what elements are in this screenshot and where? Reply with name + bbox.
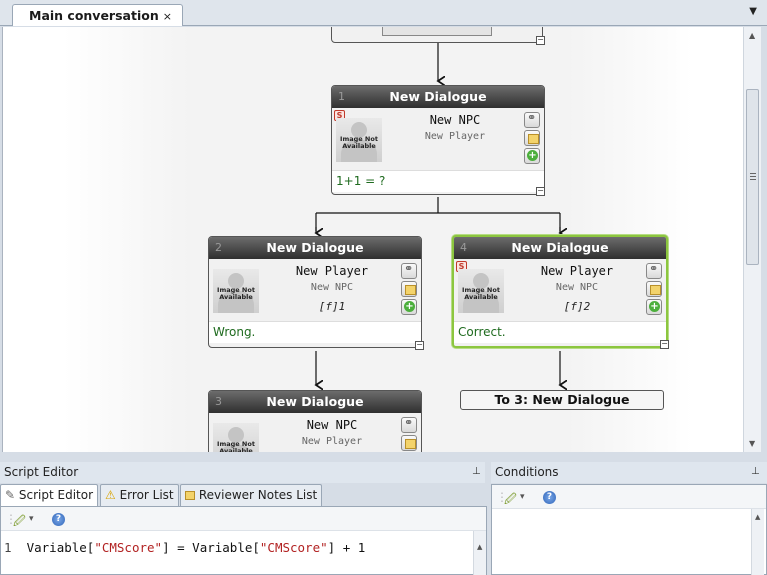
warning-icon: ⚠	[105, 488, 116, 502]
image-not-available-label: Image Not Available	[217, 440, 255, 453]
notes-icon[interactable]	[524, 130, 540, 146]
conversation-canvas[interactable]: − 1 New Dialogue S Image Not Available Ne…	[2, 27, 743, 452]
conditions-vertical-scrollbar[interactable]: ▲	[751, 509, 764, 575]
speaker-name: New NPC	[306, 418, 358, 432]
tab-main-conversation[interactable]: Main conversation ×	[12, 4, 183, 26]
node-title: New Dialogue	[511, 240, 609, 255]
add-child-icon[interactable]	[401, 299, 417, 315]
portrait-image: Image Not Available	[458, 269, 504, 313]
scroll-up-arrow-icon[interactable]: ▲	[755, 513, 760, 521]
code-token: Variable[	[26, 540, 95, 555]
portrait-image: Image Not Available	[213, 269, 259, 313]
line-number: 1	[4, 540, 12, 555]
node-title: New Dialogue	[266, 394, 364, 409]
tab-reviewer-notes-list[interactable]: Reviewer Notes List	[180, 484, 323, 506]
link-icon[interactable]	[524, 111, 540, 128]
condition-text: [f]2	[563, 300, 591, 313]
speaker-name: New Player	[540, 264, 614, 278]
collapse-toggle[interactable]: −	[536, 187, 545, 196]
scroll-thumb[interactable]	[746, 89, 759, 265]
pin-icon[interactable]: ⊥	[472, 466, 481, 477]
script-editor-panel-title: Script Editor	[0, 462, 485, 483]
node-number: 4	[460, 241, 467, 254]
tab-label: Error List	[119, 488, 174, 502]
listener-name: New Player	[424, 131, 486, 142]
image-not-available-label: Image Not Available	[462, 286, 500, 301]
speaker-name: New Player	[295, 264, 369, 278]
tab-label: Reviewer Notes List	[198, 488, 318, 502]
conditions-panel-title: Conditions	[491, 462, 767, 483]
code-string: "CMScore"	[259, 540, 328, 555]
link-icon[interactable]	[401, 262, 417, 279]
notes-icon[interactable]	[646, 281, 662, 297]
link-icon[interactable]	[401, 416, 417, 433]
help-icon[interactable]: ?	[543, 491, 556, 504]
add-child-icon[interactable]	[524, 148, 540, 164]
goto-node[interactable]: To 3: New Dialogue	[460, 390, 664, 410]
node-dialogue-text: Wrong.	[209, 321, 421, 343]
collapse-toggle[interactable]: −	[660, 340, 669, 349]
code-token: ] + 1	[327, 540, 366, 555]
chevron-down-icon[interactable]: ▾	[520, 492, 525, 502]
image-not-available-label: Image Not Available	[217, 286, 255, 301]
collapse-toggle[interactable]: −	[536, 36, 545, 45]
link-icon[interactable]	[646, 262, 662, 279]
notes-icon[interactable]	[401, 435, 417, 451]
portrait-image: Image Not Available	[336, 118, 382, 162]
speaker-name: New NPC	[429, 113, 481, 127]
help-icon[interactable]: ?	[52, 513, 65, 526]
image-not-available-label: Image Not Available	[340, 135, 378, 150]
condition-text: [f]1	[318, 300, 346, 313]
scroll-down-arrow-icon[interactable]: ▼	[749, 439, 755, 448]
dialogue-node-2[interactable]: 2 New Dialogue Image Not Available New Pl…	[208, 236, 422, 348]
tab-error-list[interactable]: ⚠ Error List	[100, 484, 179, 506]
node-number: 2	[215, 241, 222, 254]
close-tab-icon[interactable]: ×	[163, 10, 172, 23]
notes-icon[interactable]	[401, 281, 417, 297]
script-vertical-scrollbar[interactable]: ▲	[473, 531, 486, 575]
wand-icon[interactable]: 🖉	[13, 512, 26, 533]
tab-script-editor[interactable]: ✎ Script Editor	[0, 484, 99, 507]
node-title: New Dialogue	[389, 89, 487, 104]
node-header: 1 New Dialogue	[332, 86, 544, 108]
node-title: New Dialogue	[266, 240, 364, 255]
node-dialogue-text: Correct.	[454, 321, 666, 343]
node-dialogue-text: 1+1 = ?	[332, 170, 544, 192]
add-child-icon[interactable]	[646, 299, 662, 315]
code-line-1[interactable]: 1 Variable["CMScore"] = Variable["CMScor…	[4, 540, 365, 555]
canvas-vertical-scrollbar[interactable]: ▲ ▼	[743, 27, 761, 452]
node-footer-buttons	[382, 27, 492, 36]
scroll-up-arrow-icon[interactable]: ▲	[749, 31, 755, 40]
tab-label: Script Editor	[18, 488, 94, 502]
chevron-down-icon[interactable]: ▾	[29, 514, 34, 524]
scroll-up-arrow-icon[interactable]: ▲	[477, 543, 482, 551]
script-toolbar: ⋮ 🖉 ▾ ?	[1, 507, 486, 531]
tab-list-dropdown-icon[interactable]: ▼	[749, 6, 757, 17]
dialogue-node-4[interactable]: 4 New Dialogue S Image Not Available New …	[452, 235, 668, 348]
dialogue-node-root[interactable]	[331, 27, 543, 43]
script-editor-tab-icon: ✎	[5, 488, 16, 502]
notes-icon	[185, 491, 195, 500]
code-token: ] = Variable[	[162, 540, 260, 555]
listener-name: New Player	[301, 436, 363, 447]
node-header: 3 New Dialogue	[209, 391, 421, 413]
code-string: "CMScore"	[94, 540, 163, 555]
node-header: 4 New Dialogue	[454, 237, 666, 259]
conditions-panel: ⋮ 🖉 ▾ ? ▲	[491, 484, 767, 575]
dialogue-node-1[interactable]: 1 New Dialogue S Image Not Available New …	[331, 85, 545, 195]
portrait-image: Image Not Available	[213, 423, 259, 452]
listener-name: New NPC	[555, 282, 599, 293]
node-number: 3	[215, 395, 222, 408]
script-editor-panel: ⋮ 🖉 ▾ ? 1 Variable["CMScore"] = Variable…	[0, 506, 487, 575]
tab-label: Main conversation	[29, 8, 159, 23]
node-header: 2 New Dialogue	[209, 237, 421, 259]
listener-name: New NPC	[310, 282, 354, 293]
node-number: 1	[338, 90, 345, 103]
conditions-toolbar: ⋮ 🖉 ▾ ?	[492, 485, 766, 509]
collapse-toggle[interactable]: −	[415, 341, 424, 350]
wand-icon[interactable]: 🖉	[504, 490, 517, 511]
pin-icon[interactable]: ⊥	[751, 466, 760, 477]
dialogue-node-3[interactable]: 3 New Dialogue Image Not Available New NP…	[208, 390, 422, 452]
